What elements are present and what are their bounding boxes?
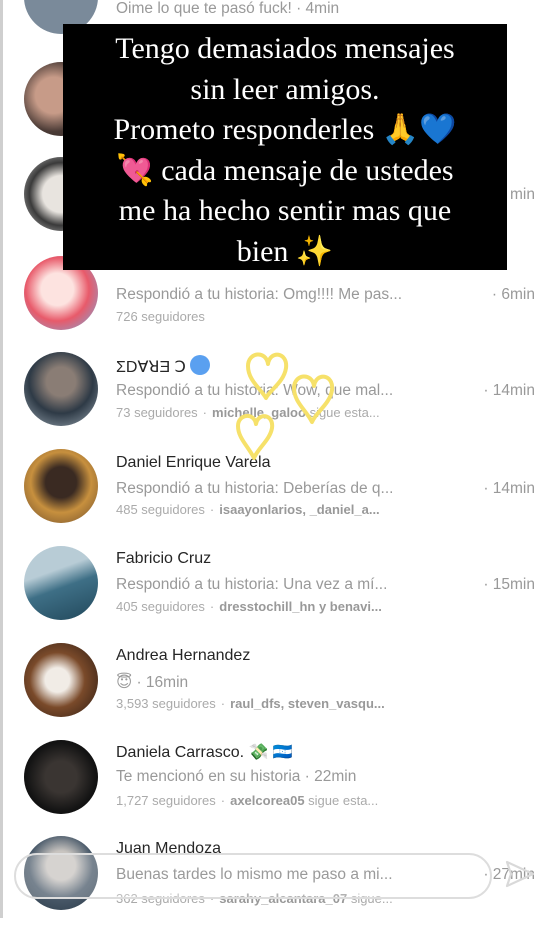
followers-info: 1,727 seguidores · axelcorea05 sigue esta.… (116, 793, 379, 808)
contact-name: Fabricio Cruz (116, 550, 212, 567)
overlay-line: bien ✨ (236, 234, 334, 268)
message-preview: Respondió a tu historia: Una vez a mí... (116, 576, 388, 593)
overlay-line: Tengo demasiados mensajes (115, 32, 455, 65)
message-preview: Oime lo que te pasó fuck! · 4min (116, 0, 340, 17)
message-time: min (510, 186, 535, 203)
avatar (24, 643, 98, 717)
avatar (24, 449, 98, 523)
list-item[interactable]: Fabricio Cruz Respondió a tu historia: U… (0, 546, 551, 642)
send-icon[interactable] (504, 858, 536, 890)
avatar (24, 740, 98, 814)
list-item[interactable]: Andrea Hernandez 😇 · 16min 3,593 seguido… (0, 643, 551, 739)
overlay-line: sin leer amigos. (190, 72, 380, 106)
overlay-line: 💘 cada mensaje de ustedes (116, 153, 454, 187)
message-time: · 15min (483, 576, 535, 593)
message-time: · 14min (483, 480, 535, 497)
heart-icon (246, 352, 289, 400)
avatar (24, 546, 98, 620)
list-item[interactable]: Daniela Carrasco. 💸 🇭🇳 Te mencionó en su… (0, 740, 551, 836)
heart-icon (236, 414, 275, 460)
message-time: · 6min (491, 286, 535, 303)
avatar (24, 352, 98, 426)
overlay-line: Prometo responderles 🙏💙 (113, 113, 457, 146)
contact-name: ΣDⱯꓤƎ Ↄ (116, 355, 210, 377)
story-text-overlay: Tengo demasiados mensajes sin leer amigo… (63, 24, 507, 270)
followers-info: 3,593 seguidores · raul_dfs, steven_vasqu.… (116, 696, 385, 711)
followers-info: 405 seguidores · dresstochill_hn y benavi.… (116, 599, 382, 614)
heart-icon (292, 374, 335, 424)
contact-name: Daniela Carrasco. 💸 🇭🇳 (116, 744, 293, 761)
message-preview: Te mencionó en su historia · 22min (116, 768, 357, 785)
followers-info: 726 seguidores (116, 309, 205, 324)
overlay-line: me ha hecho sentir mas que (118, 194, 452, 227)
emoji-icon (189, 355, 210, 375)
message-preview: Respondió a tu historia: Omg!!!! Me pas.… (116, 286, 403, 303)
message-preview: Respondió a tu historia: Deberías de q..… (116, 480, 394, 497)
followers-info: 485 seguidores · isaayonlarios, _daniel_a.… (116, 502, 380, 517)
message-time: · 14min (483, 382, 535, 399)
contact-name: Andrea Hernandez (116, 647, 251, 664)
reply-preview: Buenas tardes lo mismo me paso a mi... (116, 866, 393, 883)
message-preview: 😇 · 16min (116, 674, 189, 691)
hearts-sticker (236, 352, 335, 460)
